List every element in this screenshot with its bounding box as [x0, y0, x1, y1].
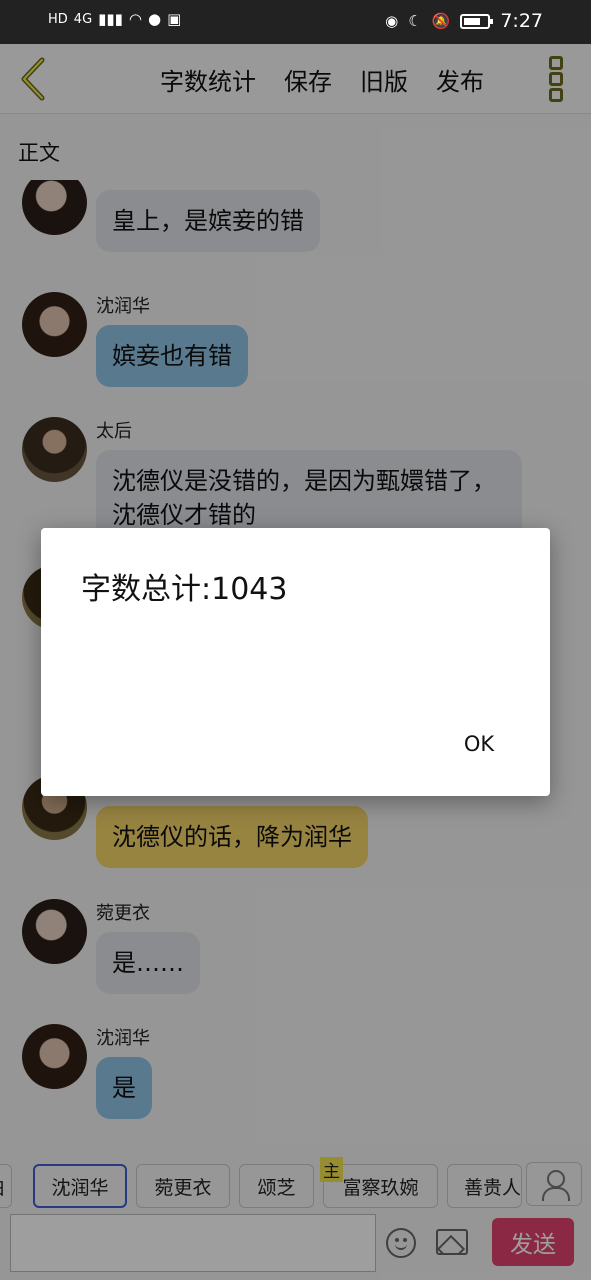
mute-bell-icon: 🔕 — [431, 12, 451, 30]
eye-icon: ◉ — [385, 12, 399, 30]
signal-icon: ▮▮▮ — [98, 10, 123, 28]
clock: 7:27 — [500, 10, 543, 32]
dialog-title: 字数总计:1043 — [81, 572, 288, 607]
wifi-icon: ◠ — [128, 10, 143, 28]
ok-button[interactable]: OK — [449, 724, 509, 764]
moon-icon: ☾ — [408, 12, 422, 30]
status-bar: HD 4G ▮▮▮ ◠ ● ▣ ◉ ☾ 🔕 7:27 — [0, 0, 591, 44]
qq-icon: ● — [148, 10, 162, 28]
app-notification-icon: ▣ — [167, 10, 182, 28]
word-count-dialog: 字数总计:1043 OK — [41, 528, 550, 796]
hd-indicator: HD — [48, 11, 68, 27]
battery-icon — [460, 13, 494, 29]
signal-indicator: 4G — [73, 11, 93, 27]
